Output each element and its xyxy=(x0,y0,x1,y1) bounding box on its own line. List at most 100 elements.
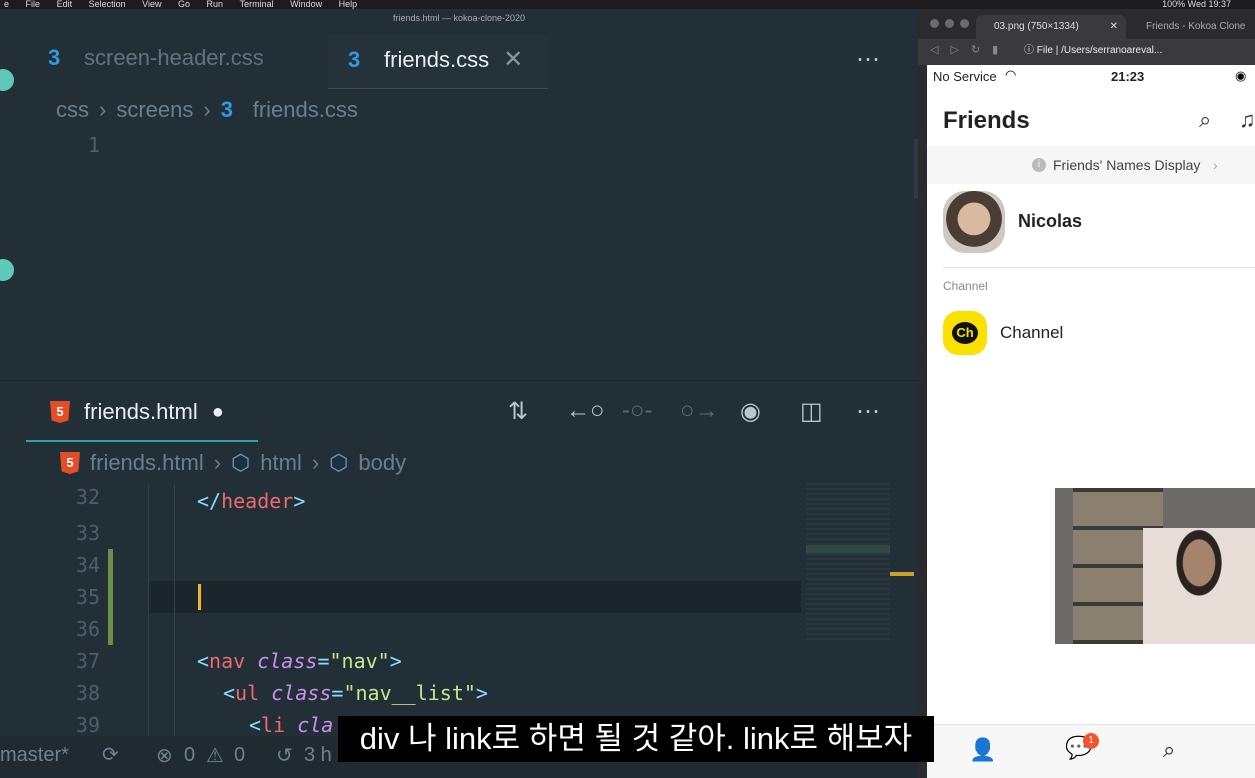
wifi-icon: ◠ xyxy=(1005,67,1017,82)
section-label: Channel xyxy=(943,279,988,293)
code-text: </header> xyxy=(197,489,306,513)
cube-icon: ⬡ xyxy=(231,450,251,475)
reload-icon[interactable]: ↻ xyxy=(971,43,980,56)
menu-terminal[interactable]: Terminal xyxy=(240,0,274,9)
page-title: Friends xyxy=(943,107,1030,134)
code-line: 38 <ul class="nav__list"> xyxy=(0,677,800,709)
line-number: 1 xyxy=(87,133,100,157)
warning-icon[interactable]: ⚠ xyxy=(206,743,224,768)
forward-icon[interactable]: ▷ xyxy=(950,43,958,56)
tab-screen-header-css[interactable]: 3 screen-header.css xyxy=(48,45,264,71)
line-number: 37 xyxy=(75,649,100,673)
account-icon-2[interactable] xyxy=(0,259,14,281)
chevron-right-icon: › xyxy=(1213,157,1218,173)
menu-run[interactable]: Run xyxy=(207,0,224,9)
account-icon[interactable] xyxy=(0,69,14,91)
person-icon[interactable]: 👤 xyxy=(969,737,996,763)
menu-help[interactable]: Help xyxy=(339,0,358,9)
sync-icon[interactable]: ⟳ xyxy=(102,742,119,767)
search-icon[interactable]: ⌕ xyxy=(1163,737,1175,763)
channel-row[interactable]: Ch Channel xyxy=(943,311,1243,357)
previous-change-icon[interactable]: ←○ xyxy=(566,397,605,425)
carrier: No Service xyxy=(933,69,997,84)
names-display-banner[interactable]: i Friends' Names Display › xyxy=(927,146,1255,184)
breadcrumb-item[interactable]: friends.html xyxy=(90,450,204,476)
css-file-icon: 3 xyxy=(48,45,61,70)
menu-app[interactable]: e xyxy=(4,0,9,9)
minimap[interactable] xyxy=(806,483,890,643)
menu-file[interactable]: File xyxy=(26,0,41,9)
subtitle-caption: div 나 link로 하면 될 것 같아. link로 해보자 xyxy=(338,716,934,762)
code-line: 34 xyxy=(0,549,800,581)
search-icon[interactable]: ⌕ xyxy=(1199,107,1211,133)
tab-label: friends.html xyxy=(84,399,198,424)
git-lens-icon[interactable]: ◉ xyxy=(740,397,761,426)
compare-changes-icon[interactable]: ⇅ xyxy=(508,397,528,426)
menu-edit[interactable]: Edit xyxy=(57,0,73,9)
file-scheme-icon: ⓘ xyxy=(1024,45,1034,56)
menubar-status: 100% Wed 19:37 xyxy=(1162,0,1231,9)
chevron-right-icon: › xyxy=(203,97,211,122)
minimize-window-button[interactable] xyxy=(945,19,954,28)
tab-friends-css[interactable]: 3 friends.css ✕ xyxy=(348,45,523,74)
back-icon[interactable]: ◁ xyxy=(930,43,938,56)
tab-label: 03.png (750×1334) xyxy=(994,21,1079,32)
code-lines[interactable]: 32 </header> 33 34 35 36 37 <nav class="… xyxy=(0,485,800,741)
warning-count[interactable]: 0 xyxy=(234,744,245,767)
zoom-window-button[interactable] xyxy=(960,19,969,28)
active-tab-underline xyxy=(26,440,258,442)
text-cursor xyxy=(198,584,201,610)
history-icon[interactable]: ↺ xyxy=(276,743,293,768)
menu-go[interactable]: Go xyxy=(178,0,190,9)
menu-window[interactable]: Window xyxy=(290,0,322,9)
next-change-icon[interactable]: ○→ xyxy=(680,397,719,425)
tab-label: Friends - Kokoa Clone xyxy=(1146,21,1246,32)
nav-buttons: ◁ ▷ ↻ ▮ xyxy=(930,43,998,56)
breadcrumb-item[interactable]: body xyxy=(358,450,406,476)
breadcrumb-item[interactable]: css xyxy=(56,97,89,123)
breadcrumb-item[interactable]: screens xyxy=(116,97,193,123)
git-commit-icon[interactable]: -○- xyxy=(622,397,652,425)
divider xyxy=(943,267,1255,268)
breadcrumb-item[interactable]: html xyxy=(260,450,302,476)
address-bar[interactable]: ⓘ File | /Users/serranoareval... xyxy=(1024,42,1244,60)
code-line: 35 xyxy=(0,581,800,613)
chevron-right-icon: › xyxy=(99,97,107,122)
css-file-icon: 3 xyxy=(348,46,361,72)
tab-bar: 👤 💬 1 ⌕ xyxy=(927,724,1255,778)
code-editor: friends.html — kokoa-clone-2020 3 screen… xyxy=(0,9,918,778)
chevron-right-icon: › xyxy=(213,450,222,475)
browser-tab[interactable]: Friends - Kokoa Clone xyxy=(1146,15,1255,39)
minimap-slider[interactable] xyxy=(806,545,890,553)
close-window-button[interactable] xyxy=(930,19,939,28)
channel-icon-text: Ch xyxy=(952,322,978,344)
code-line: 37 <nav class="nav"> xyxy=(0,645,800,677)
breadcrumb-top: css › screens › 3 friends.css xyxy=(56,97,358,123)
menu-view[interactable]: View xyxy=(142,0,161,9)
close-icon[interactable]: ✕ xyxy=(1110,15,1118,39)
error-count[interactable]: 0 xyxy=(184,744,195,767)
bookmark-icon[interactable]: ▮ xyxy=(992,43,998,56)
close-icon[interactable]: ✕ xyxy=(503,45,523,74)
tab-friends-html[interactable]: 5 friends.html ● xyxy=(50,399,224,425)
more-actions-icon[interactable]: ⋯ xyxy=(856,45,880,74)
traffic-lights xyxy=(930,19,969,28)
tab-label: screen-header.css xyxy=(84,45,264,70)
breadcrumb-item[interactable]: friends.css xyxy=(253,97,358,123)
code-line: 32 </header> xyxy=(0,485,800,517)
lock-rotation-icon: ◉ xyxy=(1235,68,1247,83)
music-icon[interactable]: ♫ xyxy=(1239,107,1255,133)
html-file-icon: 5 xyxy=(60,452,80,474)
overview-ruler-mark xyxy=(890,572,914,576)
error-icon[interactable]: ⊗ xyxy=(156,743,173,768)
unsaved-dot-icon[interactable]: ● xyxy=(212,401,224,424)
info-icon: i xyxy=(1032,158,1046,172)
my-profile-row[interactable]: Nicolas xyxy=(943,191,1243,255)
time-tracker[interactable]: 3 h xyxy=(304,744,332,767)
git-branch[interactable]: master* xyxy=(0,744,69,767)
tab-label: friends.css xyxy=(384,46,490,72)
browser-tab-active[interactable]: 03.png (750×1334) ✕ xyxy=(976,15,1126,39)
more-actions-icon[interactable]: ⋯ xyxy=(856,397,880,426)
split-editor-icon[interactable]: ◫ xyxy=(800,397,823,426)
menu-selection[interactable]: Selection xyxy=(89,0,126,9)
